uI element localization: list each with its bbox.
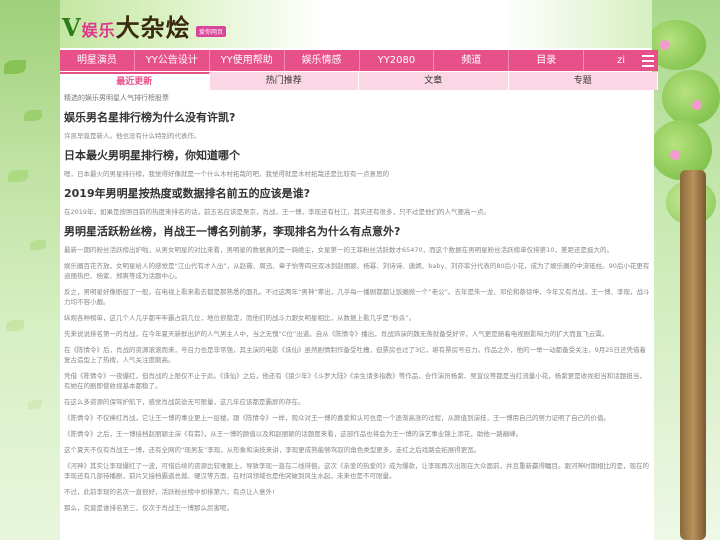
article-paragraph: 在《陈情令》后，肖战的资源滚滚而来，号召力也是非常强，其主演的电影《诛仙》虽然剧… xyxy=(64,346,647,364)
nav-item-yy-announcement[interactable]: YY公告设计 xyxy=(135,50,210,71)
article-paragraph: 《陈情令》不仅捧红肖战，它让王一博的事业更上一层楼。跟《陈情令》一样，观众对王一… xyxy=(64,414,610,422)
tab-hot[interactable]: 热门推荐 xyxy=(210,72,359,90)
nav-item-stars[interactable]: 明星演员 xyxy=(60,50,135,71)
right-tree-decoration xyxy=(652,0,720,540)
article-content: 精选的娱乐男明星人气排行榜股票 娱乐男名星排行榜为什么没有许凯? 许凯早竟是新人… xyxy=(60,90,654,540)
logo-tagline: 爱你网页 xyxy=(196,26,227,37)
breadcrumb[interactable]: 精选的娱乐男明星人气排行榜股票 xyxy=(64,93,650,103)
article-paragraph: 在这么多资源的保驾护航下，感觉肖战前途无可限量，这几年应该都是霸屏的存在。 xyxy=(64,398,305,406)
article-paragraph: 《河神》其实让李现爆红了一波，可惜后续的资源比较难跟上，导致李现一直在二线徘徊。… xyxy=(64,462,649,480)
site-logo[interactable]: V娱乐大杂烩 爱你网页 xyxy=(60,6,230,42)
article-title[interactable]: 日本最火男明星排行榜，你知道哪个 xyxy=(64,147,650,163)
nav-item-entertainment[interactable]: 娱乐情感 xyxy=(285,50,360,71)
left-foliage-decoration xyxy=(0,0,60,540)
article-paragraph: 纵观各种榜单，这几个人几乎都牢牢霸占前几位，地位很稳定，而他们的战斗力跟女明星相… xyxy=(64,314,416,322)
article-paragraph: 凭借《陈情令》一夜爆红，但肖战的上限仅不止于此。《诛仙》之后，他还有《狼少年》《… xyxy=(64,372,646,390)
tab-articles[interactable]: 文章 xyxy=(359,72,509,90)
logo-wordmark: V娱乐大杂烩 xyxy=(62,13,191,42)
hamburger-icon[interactable] xyxy=(637,50,658,71)
article-title[interactable]: 娱乐男名星排行榜为什么没有许凯? xyxy=(64,109,650,125)
article-paragraph: 许凯早竟是新人。他也没有什么特别的代表作。 xyxy=(64,132,201,140)
article-paragraph: 不过，此前李现的名次一直很好，活跃粉丝榜中却排第六，有点让人意外! xyxy=(64,488,275,496)
tab-topics[interactable]: 专题 xyxy=(509,72,658,90)
nav-item-yy-help[interactable]: YY使用帮助 xyxy=(210,50,285,71)
content-tabs: 最近更新 热门推荐 文章 专题 xyxy=(60,72,658,90)
article-paragraph: 先来说说排名第一的肖战，在今年夏天新鲜出炉的人气男主人中，当之无愧“C位”出道。… xyxy=(64,330,609,338)
tab-latest[interactable]: 最近更新 xyxy=(60,72,210,90)
nav-item-yy2080[interactable]: YY2080 xyxy=(360,50,435,71)
nav-item-catalog[interactable]: 目录 xyxy=(509,50,585,71)
article-title[interactable]: 男明星活跃粉丝榜，肖战王一博名列前茅，李现排名为什么有点意外? xyxy=(64,223,650,239)
main-navigation: 明星演员 YY公告设计 YY使用帮助 娱乐情感 YY2080 频道 目录 zi xyxy=(60,50,658,71)
article-paragraph: 最新一期的粉丝活跃榜出炉啦，从男女明星的对比来看，男明星的数据真的是一骑绝尘，女… xyxy=(64,246,613,254)
article-paragraph: 嗯，日本最火的男星排行榜，我觉得好像就是一个什么木村拓哉的吧，我觉得就是木村拓哉… xyxy=(64,170,389,178)
article-paragraph: 《陈情令》之后，王一博接档赵丽颖主演《有翡》，从王一博的颜值以及和赵丽颖的话题度… xyxy=(64,430,523,438)
article-title[interactable]: 2019年男明星按热度或数据排名前五的应该是谁? xyxy=(64,185,650,201)
nav-item-channel[interactable]: 频道 xyxy=(434,50,510,71)
article-paragraph: 在2019年，如果是按照目前的热度来排名的话，前五名应该是吴京，肖战，王一博，李… xyxy=(64,208,491,216)
article-paragraph: 那么，究竟是谁排名第三，仅次于肖战王一博那么厉害呢。 xyxy=(64,504,233,512)
article-paragraph: 娱乐圈百花齐放，女明星给人的感觉是“江山代有才人出”，从赵薇、周迅、章子怡等四旦… xyxy=(64,262,650,280)
article-paragraph: 反之，男明星好像断层了一般，在电视上看来看去都是那熟悉的面孔。不过这两年“男神”… xyxy=(64,288,650,306)
article-paragraph: 这个夏天不仅有肖战王一博，还有全网的“现男友”李现，从形象和演技来讲，李现更成熟… xyxy=(64,446,481,454)
